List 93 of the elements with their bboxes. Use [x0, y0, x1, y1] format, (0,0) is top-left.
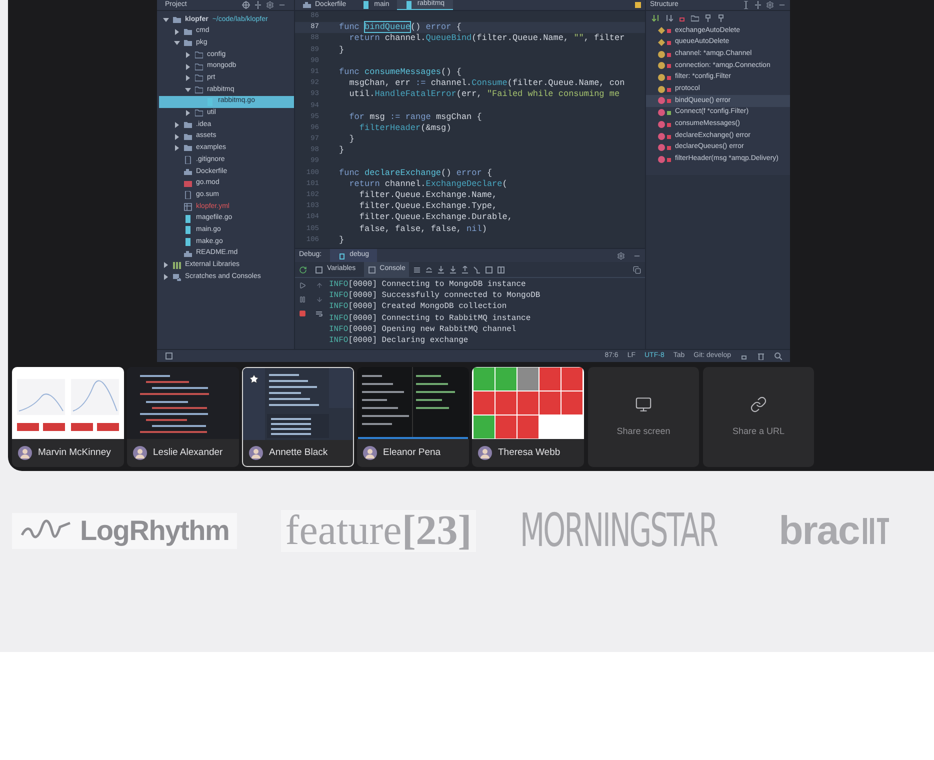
- console-line: INFO[0000] Opening new RabbitMQ channel: [329, 324, 518, 336]
- logo: feature[23]: [281, 510, 476, 552]
- participant-name: Annette Black: [269, 446, 328, 460]
- wrap-icon[interactable]: [315, 310, 323, 318]
- participant-name: Theresa Webb: [498, 446, 560, 460]
- code-line: msgChan, err := channel.Consume(filter.Queue.Name, con: [348, 78, 625, 90]
- step-into-icon[interactable]: [449, 266, 458, 274]
- participant-tile[interactable]: Eleanor Pena: [357, 367, 469, 467]
- monitor-icon: [635, 396, 652, 413]
- step-into-icon[interactable]: [437, 266, 446, 274]
- stop-icon[interactable]: [298, 310, 306, 317]
- participant-name: Eleanor Pena: [383, 446, 441, 460]
- code-line: return channel.ExchangeDeclare(: [348, 178, 508, 190]
- code-line: false, false, false, nil): [358, 224, 487, 235]
- code-line: filterHeader(&msg): [358, 122, 452, 134]
- pause-icon[interactable]: [298, 296, 306, 303]
- console-line: INFO[0000] Successfully connected to MongoDB: [329, 290, 540, 302]
- code-line: filter.Queue.Exchange.Type,: [358, 201, 498, 212]
- settings-icon[interactable]: [617, 252, 625, 260]
- file-icon: [184, 156, 192, 164]
- logo-mark-icon: [863, 516, 890, 546]
- participant-tile[interactable]: Theresa Webb: [472, 367, 584, 467]
- code-line: return channel.QueueBind(filter.Queue.Name, "", filter: [348, 33, 625, 45]
- code-line: filter.Queue.Exchange.Name,: [358, 190, 498, 202]
- document-icon: [303, 1, 311, 9]
- participant-name: Marvin McKinney: [38, 446, 111, 460]
- avatar: [363, 446, 377, 460]
- document-icon: [184, 202, 192, 211]
- code-line: }: [348, 134, 354, 146]
- settings-icon[interactable]: [766, 1, 774, 9]
- library-icon: [173, 261, 181, 270]
- share-option-button[interactable]: Share screen: [588, 367, 699, 467]
- document-icon: [184, 168, 192, 176]
- file-icon: [184, 191, 192, 200]
- file-icon: [405, 0, 414, 8]
- star-icon[interactable]: [249, 374, 259, 384]
- code-line: util.HandleFatalError(err, "Failed while consuming me: [348, 89, 620, 100]
- share-option-button[interactable]: Share a URL: [703, 367, 814, 467]
- code-line: for msg := range msgChan {: [348, 112, 482, 123]
- pin-icon[interactable]: [704, 14, 712, 22]
- participant-tile[interactable]: Marvin McKinney: [12, 367, 124, 467]
- console-line: INFO[0000] Connecting to RabbitMQ instance: [329, 312, 532, 324]
- link-icon: [750, 396, 767, 413]
- pin-icon[interactable]: [717, 14, 725, 22]
- down-arrow-icon[interactable]: [316, 296, 322, 303]
- panel-icon[interactable]: [368, 266, 376, 274]
- copy-icon[interactable]: [633, 266, 641, 274]
- logo: LogRhythm: [12, 512, 238, 548]
- avatar: [133, 446, 147, 460]
- panel-icon[interactable]: [315, 266, 323, 274]
- code-line: filter.Queue.Exchange.Durable,: [358, 212, 512, 224]
- document-icon: [184, 250, 192, 258]
- console-line: INFO[0000] Connecting to MongoDB instance: [329, 279, 527, 290]
- code-editor[interactable]: [295, 11, 645, 248]
- code-line: func declareExchange() error {: [339, 168, 492, 179]
- folder-icon[interactable]: [691, 14, 699, 22]
- code-line: func bindQueue() error {: [339, 22, 462, 34]
- console-icon: [173, 272, 181, 281]
- code-line: }: [339, 145, 344, 156]
- resume-icon[interactable]: [298, 282, 306, 289]
- file-icon: [362, 1, 370, 9]
- trash-icon[interactable]: [757, 352, 765, 360]
- participant-tile[interactable]: Annette Black: [242, 367, 354, 467]
- search-icon[interactable]: [774, 352, 782, 360]
- logo: MORNINGSTAR: [520, 507, 717, 553]
- console-line: INFO[0000] Declaring exchange: [329, 335, 470, 346]
- step-over-icon[interactable]: [425, 266, 434, 274]
- participant-name: Leslie Alexander: [153, 446, 223, 460]
- avatar: [249, 446, 263, 460]
- run-to-cursor-icon[interactable]: [473, 266, 482, 274]
- target-icon[interactable]: [242, 1, 250, 9]
- sort-icon[interactable]: [665, 14, 673, 22]
- code-line: }: [339, 234, 344, 246]
- step-out-icon[interactable]: [461, 266, 470, 274]
- collapse-icon[interactable]: [754, 1, 762, 9]
- collapse-icon[interactable]: [254, 1, 262, 9]
- code-line: }: [339, 44, 344, 56]
- participant-tile[interactable]: Leslie Alexander: [127, 367, 239, 467]
- document-icon: [184, 179, 192, 188]
- grid-icon[interactable]: [497, 266, 506, 274]
- up-arrow-icon[interactable]: [316, 282, 322, 289]
- console-line: INFO[0000] Created MongoDB collection: [329, 301, 508, 313]
- settings-icon[interactable]: [266, 1, 274, 9]
- logo: brac: [778, 510, 860, 550]
- sort-icon[interactable]: [652, 14, 660, 22]
- list-icon[interactable]: [413, 266, 422, 274]
- expand-icon[interactable]: [742, 1, 750, 9]
- code-line: func consumeMessages() {: [339, 66, 462, 78]
- panel-icon[interactable]: [165, 352, 173, 360]
- rerun-icon[interactable]: [299, 266, 307, 274]
- avatar: [18, 446, 32, 460]
- avatar: [478, 446, 492, 460]
- file-icon: [206, 98, 214, 106]
